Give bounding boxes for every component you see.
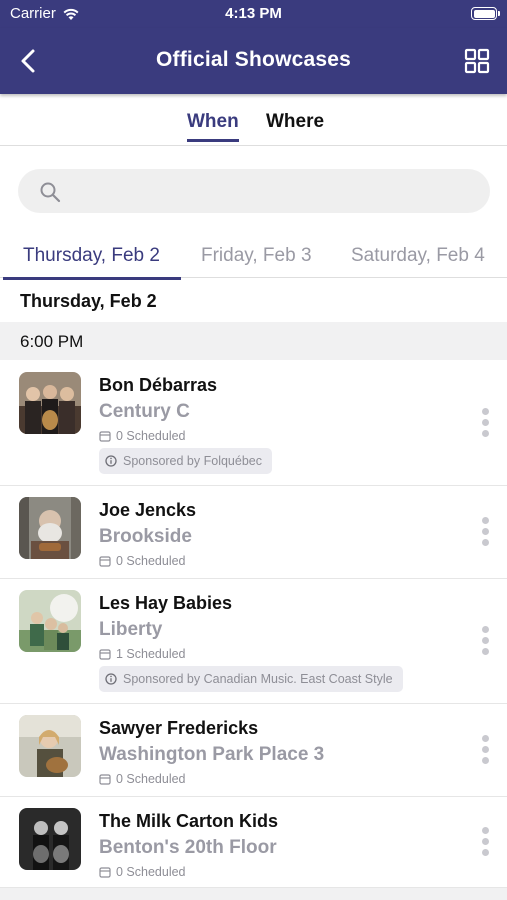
tab-thursday-label: Thursday, Feb 2 [23,245,160,266]
tab-friday[interactable]: Friday, Feb 3 [201,245,312,267]
artist-photo [19,372,81,434]
tab-where-label: Where [266,111,325,132]
calendar-icon [99,867,111,878]
time-slot-label: 6:00 PM [20,332,84,351]
battery-icon [471,7,500,20]
scheduled-count: 0 Scheduled [99,429,186,443]
more-options-icon[interactable] [481,408,489,438]
more-options-icon[interactable] [481,626,489,656]
showcase-row[interactable]: The Milk Carton Kids Benton's 20th Floor… [0,797,507,888]
calendar-icon [99,649,111,660]
active-day-indicator [3,277,181,280]
artist-name: The Milk Carton Kids [99,811,279,831]
nav-bar: Official Showcases [0,28,507,94]
artist-name: Les Hay Babies [99,593,233,613]
artist-photo [19,497,81,559]
sponsor-label: Sponsored by Canadian Music. East Coast … [123,672,393,686]
more-options-icon[interactable] [481,735,489,765]
search-input[interactable] [74,169,474,213]
sponsor-badge: Sponsored by Canadian Music. East Coast … [99,666,403,692]
showcase-row[interactable]: Les Hay Babies Liberty 1 Scheduled Spons… [0,579,507,704]
scheduled-label: 0 Scheduled [116,429,186,443]
artist-photo [19,715,81,777]
venue-name: Century C [99,401,190,422]
scheduled-count: 0 Scheduled [99,865,186,879]
artist-photo [19,808,81,870]
scheduled-label: 0 Scheduled [116,865,186,879]
search-icon [40,182,61,203]
info-icon [105,455,117,467]
search-bar[interactable] [18,169,490,213]
tab-where[interactable]: Where [266,111,324,133]
tab-saturday[interactable]: Saturday, Feb 4 [351,245,485,267]
tab-friday-label: Friday, Feb 3 [201,245,312,266]
scheduled-label: 0 Scheduled [116,772,186,786]
view-mode-tabs: When Where [0,96,507,146]
active-tab-indicator [187,139,239,142]
artist-photo [19,590,81,652]
showcase-row[interactable]: Sawyer Fredericks Washington Park Place … [0,704,507,797]
more-options-icon[interactable] [481,517,489,547]
scheduled-count: 1 Scheduled [99,647,186,661]
scheduled-count: 0 Scheduled [99,554,186,568]
tab-when[interactable]: When [187,111,239,142]
artist-name: Bon Débarras [99,375,218,395]
day-tabs: Thursday, Feb 2 Friday, Feb 3 Saturday, … [0,232,507,280]
more-options-icon[interactable] [481,827,489,857]
status-bar: Carrier 4:13 PM [0,0,507,28]
calendar-icon [99,774,111,785]
info-icon [105,673,117,685]
venue-name: Brookside [99,526,192,547]
scheduled-label: 1 Scheduled [116,647,186,661]
next-section-header [0,888,507,900]
scheduled-label: 0 Scheduled [116,554,186,568]
tab-thursday[interactable]: Thursday, Feb 2 [3,245,181,280]
section-date-header: Thursday, Feb 2 [20,291,157,311]
calendar-icon [99,431,111,442]
venue-name: Benton's 20th Floor [99,837,277,858]
time-slot-header: 6:00 PM [0,322,507,360]
artist-name: Joe Jencks [99,500,197,520]
sponsor-label: Sponsored by Folquébec [123,454,262,468]
sponsor-badge: Sponsored by Folquébec [99,448,272,474]
venue-name: Liberty [99,619,163,640]
showcase-row[interactable]: Bon Débarras Century C 0 Scheduled Spons… [0,361,507,486]
showcase-row[interactable]: Joe Jencks Brookside 0 Scheduled [0,486,507,579]
tab-saturday-label: Saturday, Feb 4 [351,245,485,266]
artist-name: Sawyer Fredericks [99,718,259,738]
page-title: Official Showcases [155,48,351,71]
calendar-icon [99,556,111,567]
scheduled-count: 0 Scheduled [99,772,186,786]
venue-name: Washington Park Place 3 [99,744,325,765]
grid-view-icon[interactable] [463,47,491,75]
tab-when-label: When [187,111,239,132]
status-time: 4:13 PM [225,5,282,22]
